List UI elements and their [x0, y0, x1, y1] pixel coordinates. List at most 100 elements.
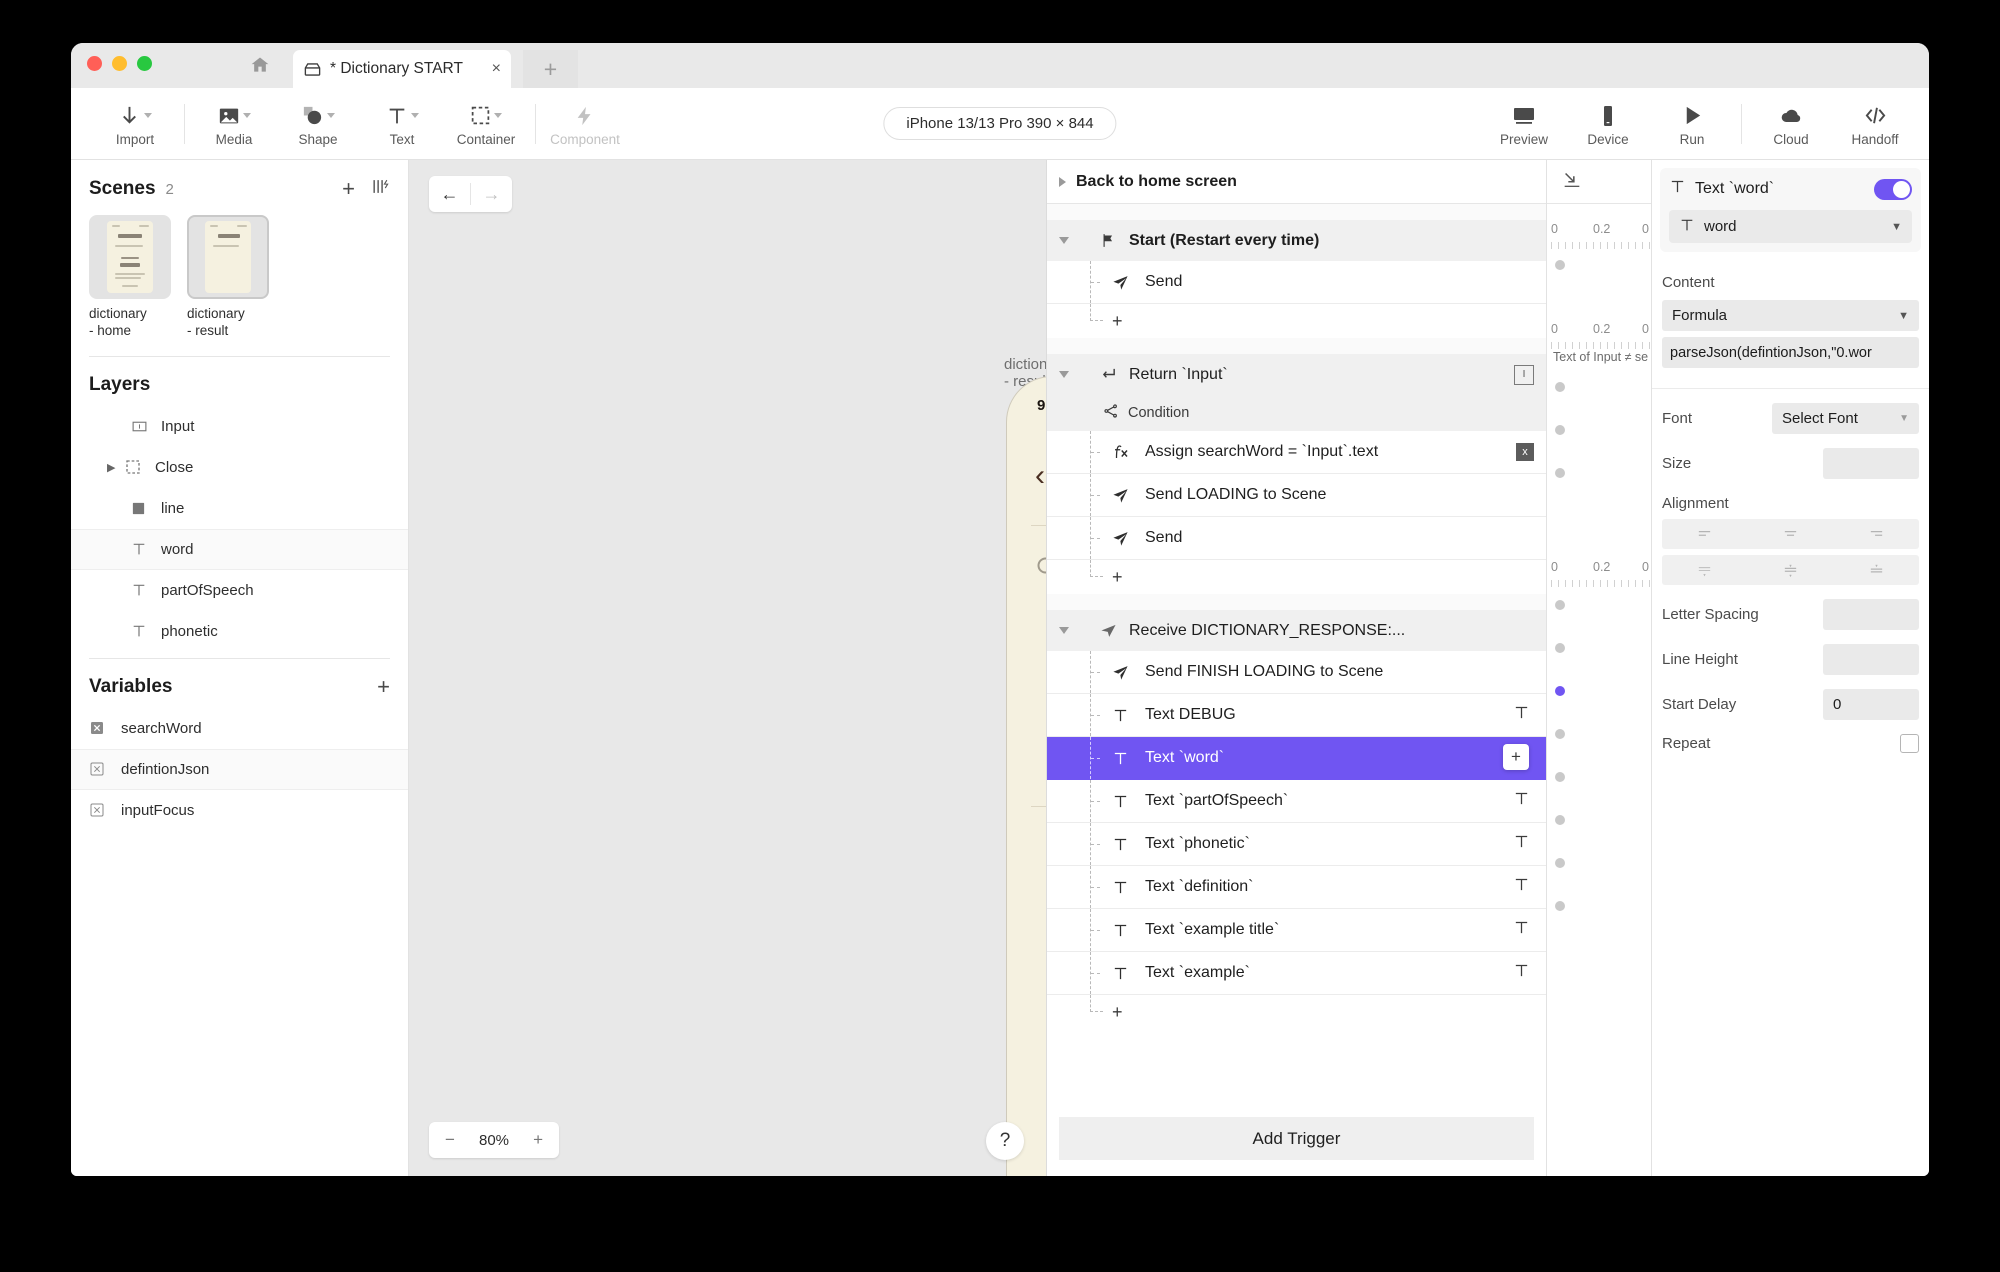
trigger-action-send-2[interactable]: Send	[1047, 517, 1546, 560]
timeline-keyframe-dot[interactable]	[1555, 600, 1565, 610]
phone-search-row[interactable]: search for a word...	[1035, 555, 1047, 584]
align-middle-button[interactable]	[1748, 555, 1834, 585]
toolbar-cloud[interactable]: Cloud	[1749, 100, 1833, 147]
layer-item-input[interactable]: Input	[71, 406, 408, 447]
trigger-action-send[interactable]: Send	[1047, 261, 1546, 304]
timeline-keyframe-dot-active[interactable]	[1555, 686, 1565, 696]
trigger-action-send-loading[interactable]: Send LOADING to Scene	[1047, 474, 1546, 517]
toolbar-run[interactable]: Run	[1650, 100, 1734, 147]
layer-item-line[interactable]: line	[71, 488, 408, 529]
variable-item-defintionjson[interactable]: defintionJson	[71, 749, 408, 790]
timeline-topbar[interactable]	[1547, 160, 1651, 204]
maximize-window-button[interactable]	[137, 56, 152, 71]
toolbar-text[interactable]: Text	[360, 100, 444, 147]
disclosure-triangle-icon[interactable]	[1059, 371, 1069, 378]
add-trigger-button[interactable]: Add Trigger	[1059, 1117, 1534, 1160]
layer-item-phonetic[interactable]: phonetic	[71, 611, 408, 652]
document-tab[interactable]: * Dictionary START ×	[293, 50, 511, 88]
device-selector[interactable]: iPhone 13/13 Pro 390 × 844	[883, 107, 1116, 140]
timeline-keyframe-dot[interactable]	[1555, 901, 1565, 911]
trigger-action-text-word[interactable]: Text `word`	[1047, 737, 1546, 780]
trigger-group-return-input[interactable]: Return `Input` I	[1047, 354, 1546, 395]
toolbar-import[interactable]: Import	[93, 100, 177, 147]
trigger-action-send-finish-loading[interactable]: Send FINISH LOADING to Scene	[1047, 651, 1546, 694]
trigger-group-start[interactable]: Start (Restart every time)	[1047, 220, 1546, 261]
canvas-forward-button[interactable]: →	[471, 176, 512, 212]
close-tab-button[interactable]: ×	[492, 61, 501, 77]
layer-item-partofspeech[interactable]: partOfSpeech	[71, 570, 408, 611]
timeline-keyframe-dot[interactable]	[1555, 772, 1565, 782]
collapse-arrow-icon[interactable]	[1561, 168, 1583, 195]
toolbar-component[interactable]: Component	[543, 100, 627, 147]
toolbar-container[interactable]: Container	[444, 100, 528, 147]
timeline-keyframe-dot[interactable]	[1555, 260, 1565, 270]
trigger-action-assign-searchword[interactable]: Assign searchWord = `Input`.text x	[1047, 431, 1546, 474]
variable-item-searchword[interactable]: searchWord	[71, 708, 408, 749]
trigger-action-text-example-title[interactable]: Text `example title`	[1047, 909, 1546, 952]
timeline-keyframe-dot[interactable]	[1555, 382, 1565, 392]
toolbar-handoff[interactable]: Handoff	[1833, 100, 1917, 147]
align-bottom-button[interactable]	[1833, 555, 1919, 585]
timeline-keyframe-dot[interactable]	[1555, 815, 1565, 825]
toolbar-shape[interactable]: Shape	[276, 100, 360, 147]
disclosure-triangle-icon[interactable]: ▶	[107, 461, 125, 474]
content-mode-select[interactable]: Formula ▼	[1662, 300, 1919, 331]
trigger-action-text-partofspeech[interactable]: Text `partOfSpeech`	[1047, 780, 1546, 823]
toolbar-device[interactable]: Device	[1566, 100, 1650, 147]
help-button[interactable]: ?	[986, 1122, 1024, 1160]
layer-select[interactable]: word ▼	[1669, 210, 1912, 243]
disclosure-triangle-icon[interactable]	[1059, 177, 1066, 187]
add-action-button-3[interactable]: +	[1047, 995, 1546, 1029]
line-height-input[interactable]	[1823, 644, 1919, 675]
add-action-button-1[interactable]: +	[1047, 304, 1546, 338]
toolbar-media[interactable]: Media	[192, 100, 276, 147]
size-input[interactable]	[1823, 448, 1919, 479]
minimize-window-button[interactable]	[112, 56, 127, 71]
trigger-action-text-example[interactable]: Text `example`	[1047, 952, 1546, 995]
back-chevron-icon[interactable]: ‹	[1035, 461, 1045, 491]
add-action-button-2[interactable]: +	[1047, 560, 1546, 594]
timeline-keyframe-dot[interactable]	[1555, 425, 1565, 435]
canvas-back-button[interactable]: ←	[429, 176, 470, 212]
timeline-keyframe-dot[interactable]	[1555, 643, 1565, 653]
trigger-condition-row[interactable]: Condition	[1047, 395, 1546, 431]
font-select[interactable]: Select Font ▼	[1772, 403, 1919, 434]
phone-preview[interactable]: 9:41 ‹ Dictionar	[1006, 376, 1047, 1176]
content-formula-input[interactable]: parseJson(defintionJson,"0.wor	[1662, 337, 1919, 368]
triggers-topbar[interactable]: Back to home screen	[1047, 160, 1546, 204]
add-variable-button[interactable]: +	[377, 676, 390, 698]
add-scene-button[interactable]: +	[342, 178, 355, 200]
timeline-keyframe-dot[interactable]	[1555, 729, 1565, 739]
enable-toggle[interactable]	[1874, 179, 1912, 200]
zoom-out-button[interactable]: −	[445, 1130, 455, 1150]
scene-thumb-dictionary-home[interactable]: dictionary - home	[89, 215, 171, 340]
new-tab-button[interactable]: +	[523, 50, 578, 88]
timeline-keyframe-dot[interactable]	[1555, 858, 1565, 868]
home-icon[interactable]	[249, 55, 271, 75]
align-right-button[interactable]	[1833, 519, 1919, 549]
align-top-button[interactable]	[1662, 555, 1748, 585]
variable-item-inputfocus[interactable]: inputFocus	[71, 790, 408, 831]
trigger-action-text-definition[interactable]: Text `definition`	[1047, 866, 1546, 909]
trigger-action-text-phonetic[interactable]: Text `phonetic`	[1047, 823, 1546, 866]
lightning-icon	[574, 102, 596, 129]
close-window-button[interactable]	[87, 56, 102, 71]
scene-layout-icon[interactable]	[371, 177, 390, 201]
disclosure-triangle-icon[interactable]	[1059, 237, 1069, 244]
align-center-button[interactable]	[1748, 519, 1834, 549]
toolbar-preview[interactable]: Preview	[1482, 100, 1566, 147]
insert-action-button[interactable]: +	[1503, 744, 1529, 770]
start-delay-input[interactable]: 0	[1823, 689, 1919, 720]
layer-item-close[interactable]: ▶ Close	[71, 447, 408, 488]
layer-item-word[interactable]: word	[71, 529, 408, 570]
letter-spacing-input[interactable]	[1823, 599, 1919, 630]
trigger-action-text-debug[interactable]: Text DEBUG	[1047, 694, 1546, 737]
disclosure-triangle-icon[interactable]	[1059, 627, 1069, 634]
align-left-button[interactable]	[1662, 519, 1748, 549]
repeat-checkbox[interactable]	[1900, 734, 1919, 753]
scene-thumb-dictionary-result[interactable]: dictionary - result	[187, 215, 269, 340]
zoom-in-button[interactable]: +	[533, 1130, 543, 1150]
design-canvas[interactable]: ← → dictionary - result 9:41	[409, 160, 1047, 1176]
timeline-keyframe-dot[interactable]	[1555, 468, 1565, 478]
trigger-group-receive-dictionary[interactable]: Receive DICTIONARY_RESPONSE:...	[1047, 610, 1546, 651]
